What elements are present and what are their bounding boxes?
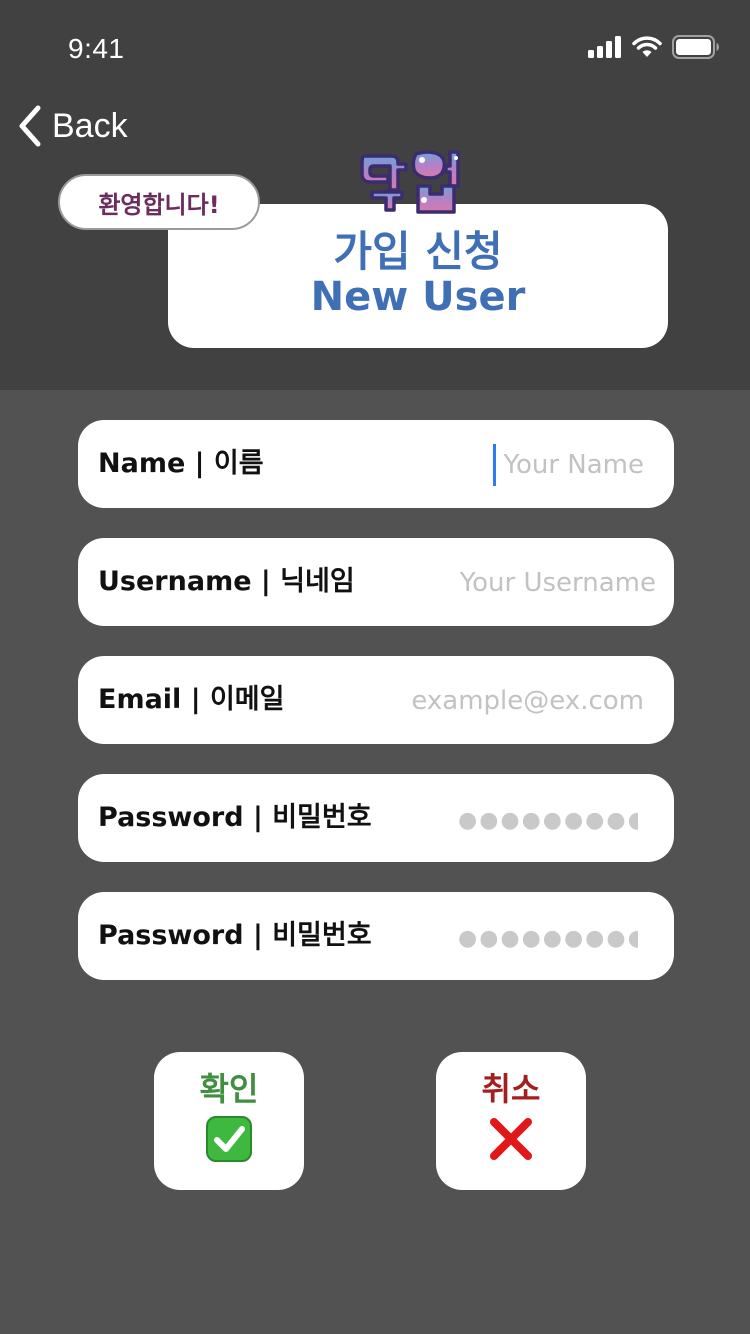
app-logo bbox=[360, 150, 460, 214]
password-field: Password | 비밀번호 bbox=[78, 774, 674, 862]
username-field-label: Username | 닉네임 bbox=[98, 566, 355, 597]
password-field-label: Password | 비밀번호 bbox=[98, 802, 372, 833]
page-title-english: New User bbox=[310, 274, 526, 320]
password-confirm-field: Password | 비밀번호 bbox=[78, 892, 674, 980]
password-confirm-field-label: Password | 비밀번호 bbox=[98, 920, 372, 951]
status-icons bbox=[588, 34, 720, 60]
name-field: Name | 이름 bbox=[78, 420, 674, 508]
welcome-badge: 환영합니다! bbox=[58, 174, 260, 230]
battery-icon bbox=[672, 35, 719, 59]
confirm-button[interactable]: 확인 bbox=[154, 1052, 304, 1190]
email-field: Email | 이메일 bbox=[78, 656, 674, 744]
cancel-button[interactable]: 취소 bbox=[436, 1052, 586, 1190]
username-input[interactable] bbox=[424, 560, 658, 606]
status-time: 9:41 bbox=[68, 33, 125, 64]
cellular-signal-icon bbox=[588, 36, 621, 58]
email-input[interactable] bbox=[402, 678, 646, 724]
back-label: Back bbox=[52, 106, 128, 145]
chevron-left-icon bbox=[19, 105, 41, 147]
cancel-label: 취소 bbox=[481, 1070, 541, 1108]
back-button[interactable]: Back bbox=[18, 104, 128, 148]
cross-icon bbox=[490, 1118, 532, 1160]
name-field-label: Name | 이름 bbox=[98, 448, 264, 479]
wifi-icon bbox=[632, 36, 662, 57]
password-confirm-input[interactable] bbox=[456, 914, 640, 960]
confirm-label: 확인 bbox=[199, 1070, 259, 1108]
check-box-icon bbox=[206, 1116, 252, 1162]
email-field-label: Email | 이메일 bbox=[98, 684, 285, 715]
password-input[interactable] bbox=[456, 796, 640, 842]
username-field: Username | 닉네임 bbox=[78, 538, 674, 626]
name-input[interactable] bbox=[372, 442, 646, 488]
